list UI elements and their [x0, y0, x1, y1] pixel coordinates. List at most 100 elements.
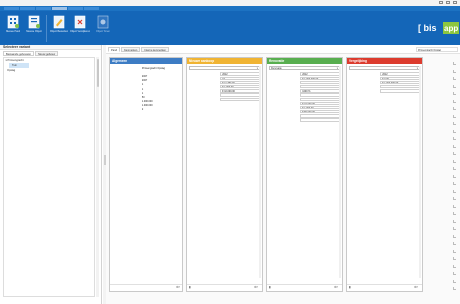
field-value: 2007	[141, 74, 148, 78]
variant-tree: ▾ Prinsengracht Tuin Opslag	[3, 57, 95, 297]
field-input[interactable]	[380, 84, 420, 89]
field-input[interactable]: 10	[220, 76, 260, 80]
field-input[interactable]: € 0,00	[380, 76, 420, 80]
field-input[interactable]	[300, 97, 340, 101]
edge-handle	[453, 84, 456, 88]
field-value: 1.000.000	[141, 100, 153, 104]
field-input[interactable]: 1000 %	[300, 89, 340, 93]
window-controls	[439, 1, 457, 4]
field-input[interactable]	[300, 84, 340, 89]
field-input[interactable]: € 1.000.000,00	[300, 76, 340, 80]
field-input[interactable]	[300, 114, 340, 118]
settings-icon[interactable]: ⚙›	[254, 285, 258, 290]
edge-handle	[453, 167, 456, 170]
ribbon-separator	[46, 15, 47, 42]
tree-item[interactable]: ▾ Prinsengracht	[4, 58, 94, 63]
variant-tree-scrollbar[interactable]	[96, 57, 99, 297]
field-input[interactable]: € 1.000,00	[220, 84, 260, 89]
selected-object-field[interactable]: Prinsengracht Opslag	[416, 47, 458, 52]
comparison-dropdown[interactable]: ▾	[349, 66, 420, 70]
cards-area: Algemeen Prinsengracht Opslag 2007 2007 1 1 1…	[106, 53, 460, 304]
field-value: 1	[141, 87, 144, 91]
field-input[interactable]: 2012	[220, 72, 260, 76]
field-input[interactable]	[300, 80, 340, 85]
maximize-button[interactable]	[446, 1, 450, 4]
edge-handle	[453, 197, 456, 200]
field-input[interactable]: € 50.000,00	[300, 110, 340, 114]
tab-internal-characteristics[interactable]: Interne kenmerken	[141, 47, 169, 52]
card-scrollbar[interactable]	[259, 66, 261, 278]
field-input[interactable]: 2012	[300, 72, 340, 76]
edge-handle	[453, 77, 456, 80]
card-renovation-fields: 2012 € 1.000.000,00 1000 % € 10.000,00 € 1.0…	[269, 72, 340, 122]
delete-icon[interactable]: ▮	[269, 285, 271, 290]
field-input[interactable]: 2012	[380, 72, 420, 76]
edge-handle	[453, 264, 456, 268]
card-comparison-fields: 2012 € 0,00 € 1.000.000,00	[349, 72, 420, 93]
field-input[interactable]: € 1.000.000,00	[380, 80, 420, 85]
settings-icon[interactable]: ⚙›	[176, 285, 180, 290]
edge-handle	[453, 107, 456, 110]
card-scrollbar[interactable]	[419, 66, 421, 278]
edge-handle	[453, 174, 456, 178]
card-new-purchase-body: ▾ 2012 10 € 11.750,00 € 1.000,00 € 10.000,00	[187, 64, 262, 103]
minimize-button[interactable]	[439, 1, 443, 4]
field-input[interactable]: € 1.000,00	[300, 105, 340, 110]
tab-characteristics[interactable]: Kenmerken	[121, 47, 141, 52]
field-input[interactable]	[300, 118, 340, 122]
ribbon-tab-2[interactable]	[20, 7, 35, 10]
edge-handle	[453, 204, 456, 208]
field-input[interactable]	[300, 93, 340, 97]
edge-handle	[453, 234, 456, 238]
scrollbar-thumb[interactable]	[96, 59, 99, 87]
field-input[interactable]	[380, 89, 420, 93]
edit-object-button[interactable]: Object Bewerken	[50, 15, 68, 42]
field-input[interactable]	[220, 93, 260, 97]
ribbon-tab-4[interactable]	[52, 7, 67, 10]
new-object-button[interactable]: Nieuwe Object	[25, 15, 43, 42]
delete-icon[interactable]: ▮	[189, 285, 191, 290]
new-object-icon	[28, 15, 40, 29]
settings-icon[interactable]: ⚙›	[334, 285, 338, 290]
card-new-purchase-fields: 2012 10 € 11.750,00 € 1.000,00 € 10.000,00	[189, 72, 260, 101]
card-scrollbar[interactable]	[339, 66, 341, 278]
collapse-icon[interactable]: ▾	[6, 59, 8, 62]
edge-handle	[453, 257, 456, 260]
ribbon-tab-3[interactable]	[36, 7, 51, 10]
svg-text:app: app	[444, 24, 458, 33]
new-purchase-dropdown[interactable]: ▾	[189, 66, 260, 70]
tree-item[interactable]	[4, 291, 94, 296]
field-value: 1	[141, 83, 144, 87]
field-value: 2	[141, 108, 144, 112]
field-input[interactable]	[220, 97, 260, 101]
ribbon-tab-6[interactable]	[84, 7, 99, 10]
tab-existing-buildings[interactable]: Bestaande gebouwen	[3, 51, 35, 56]
field-row	[269, 118, 340, 122]
ribbon-tab-1[interactable]	[4, 7, 19, 10]
new-building-button[interactable]: Nieuwe Pand	[4, 15, 22, 42]
field-input[interactable]: € 11.750,00	[220, 80, 260, 85]
delete-icon[interactable]: ▮	[349, 285, 351, 290]
card-comparison-body: ▾ 2012 € 0,00 € 1.000.000,00	[347, 64, 422, 95]
card-general-footer: ⚙›	[110, 284, 182, 291]
renovation-dropdown[interactable]: Renovatie ▾	[269, 66, 340, 70]
settings-icon[interactable]: ⚙›	[414, 285, 418, 290]
field-input[interactable]: € 10.000,00	[300, 101, 340, 106]
variant-panel-title: Selecteer variant	[0, 45, 101, 50]
delete-object-button[interactable]: Object Verwijderen	[70, 15, 90, 42]
edge-handle	[453, 152, 456, 155]
variant-panel: Selecteer variant Bestaande gebouwen Nie…	[0, 45, 102, 304]
card-new-purchase: Nieuwe aankoop ▾ 2012 10 € 11.750,00 € 1.00…	[186, 57, 263, 292]
tab-new-building[interactable]: Nieuw gebouw	[35, 51, 59, 56]
edge-handle	[453, 69, 456, 73]
tab-building[interactable]: Pand	[108, 47, 121, 52]
edge-handle	[453, 227, 456, 230]
field-input[interactable]: € 10.000,00	[220, 89, 260, 93]
close-button[interactable]	[453, 1, 457, 4]
show-object-button[interactable]: Object Tonen	[94, 15, 112, 42]
card-general: Algemeen Prinsengracht Opslag 2007 2007 1 1 1…	[109, 57, 183, 292]
show-object-icon	[97, 15, 109, 29]
chevron-down-icon: ▾	[336, 67, 338, 70]
card-renovation: Renovatie Renovatie ▾ 2012 € 1.000.000,00…	[266, 57, 343, 292]
ribbon-tab-5[interactable]	[68, 7, 83, 10]
